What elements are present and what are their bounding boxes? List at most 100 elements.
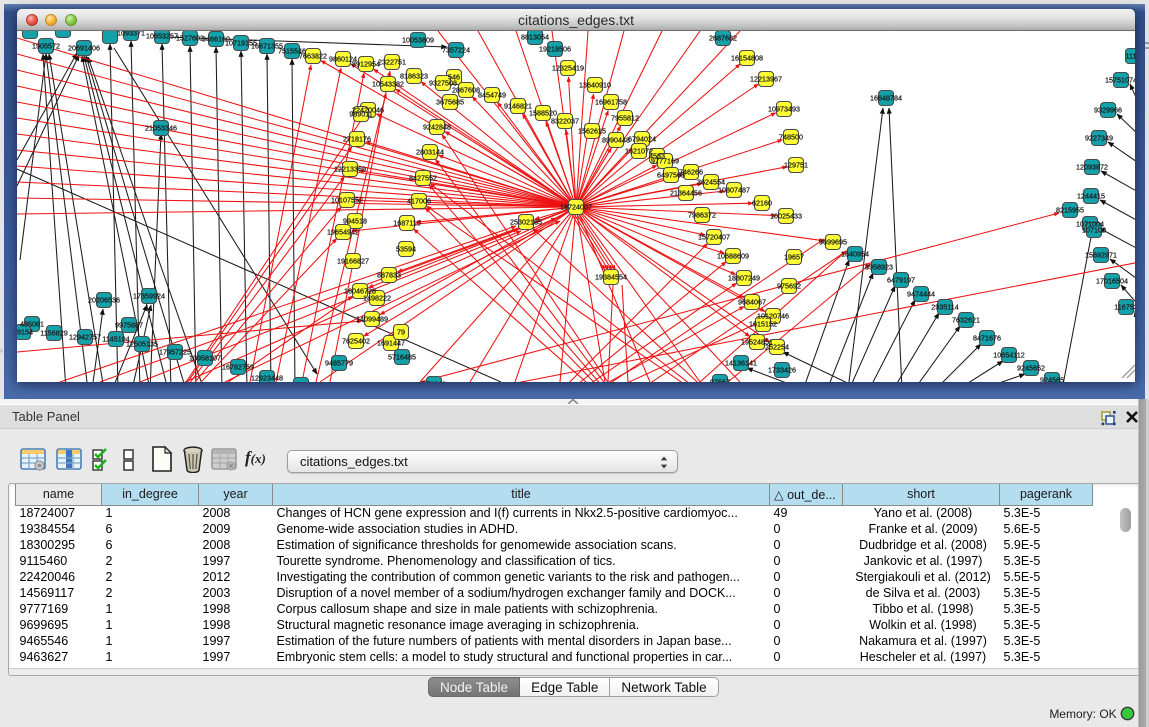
svg-text:25302185: 25302185 [510,218,542,227]
svg-text:2322751: 2322751 [378,58,406,67]
svg-text:12942757: 12942757 [69,333,101,342]
svg-text:10053809: 10053809 [402,36,434,45]
svg-text:2718176: 2718176 [343,135,371,144]
svg-text:19654942: 19654942 [327,228,359,237]
svg-text:18724007: 18724007 [560,203,592,212]
svg-text:9227349: 9227349 [1085,134,1113,143]
svg-text:7357224: 7357224 [442,46,470,55]
svg-text:7625402: 7625402 [342,337,370,346]
svg-text:2687682: 2687682 [709,34,737,43]
svg-text:2803144: 2803144 [416,148,444,157]
svg-text:53594: 53594 [396,245,416,254]
svg-text:8454749: 8454749 [478,91,506,100]
svg-text:12213369: 12213369 [334,165,366,174]
svg-text:975692: 975692 [777,282,801,291]
svg-text:1905572: 1905572 [32,42,60,51]
svg-text:9329966: 9329966 [1094,106,1122,115]
svg-text:79: 79 [397,328,405,337]
svg-text:17957225: 17957225 [159,348,191,357]
svg-text:16648784: 16648784 [870,94,902,103]
svg-text:7986372: 7986372 [688,211,716,220]
svg-text:9777169: 9777169 [651,157,679,166]
svg-text:9684067: 9684067 [738,298,766,307]
svg-text:17359924: 17359924 [133,292,165,301]
svg-text:9474444: 9474444 [907,290,935,299]
svg-text:129234: 129234 [289,381,313,383]
svg-text:10653257: 10653257 [146,32,178,41]
svg-text:62160: 62160 [752,199,772,208]
svg-text:1156829: 1156829 [40,329,67,338]
svg-text:12213967: 12213967 [750,75,782,84]
svg-text:252254: 252254 [765,343,789,352]
svg-text:10654112: 10654112 [993,351,1024,360]
svg-text:5716485: 5716485 [388,353,416,362]
svg-text:8322037: 8322037 [551,117,579,126]
svg-text:10973493: 10973493 [768,105,800,114]
svg-text:16782759: 16782759 [222,363,254,372]
svg-text:10958107: 10958107 [189,354,221,363]
svg-text:19384554: 19384554 [595,273,627,282]
svg-text:129751: 129751 [784,161,808,170]
svg-text:20691406: 20691406 [68,44,100,53]
svg-text:19166827: 19166827 [337,257,369,266]
svg-text:3675685: 3675685 [436,98,464,107]
svg-text:2867608: 2867608 [452,86,480,95]
svg-text:18807249: 18807249 [728,274,760,283]
svg-text:1691447: 1691447 [377,339,405,348]
svg-text:1244415: 1244415 [1077,192,1105,201]
svg-text:748500: 748500 [779,133,803,142]
svg-text:10107552: 10107552 [331,196,363,205]
svg-text:8813054: 8813054 [521,33,549,42]
svg-text:8186323: 8186323 [400,72,428,81]
svg-text:1112: 1112 [1126,52,1135,61]
svg-text:8427552: 8427552 [409,174,437,183]
svg-text:14099489: 14099489 [356,315,388,324]
svg-text:10025433: 10025433 [770,212,802,221]
svg-text:39154: 39154 [17,328,33,337]
svg-text:12093872: 12093872 [1076,163,1108,172]
svg-text:6794024: 6794024 [628,135,656,144]
svg-text:571648: 571648 [422,380,446,383]
svg-text:1562615: 1562615 [578,127,606,136]
svg-text:13640910: 13640910 [579,81,611,90]
svg-text:14136141: 14136141 [725,359,757,368]
svg-text:887833: 887833 [377,271,401,280]
svg-text:19657: 19657 [784,253,804,262]
svg-text:994518: 994518 [343,217,367,226]
svg-text:8990448: 8990448 [602,136,630,145]
svg-text:7663822: 7663822 [299,52,327,61]
svg-text:107100: 107100 [1082,226,1106,235]
svg-text:10688609: 10688609 [717,252,749,261]
svg-text:16961758: 16961758 [595,98,627,107]
svg-text:116753: 116753 [1114,303,1135,312]
svg-text:8215955: 8215955 [1056,206,1084,215]
svg-text:8912954: 8912954 [352,60,380,69]
svg-text:6497568: 6497568 [657,171,685,180]
svg-text:7632621: 7632621 [952,316,980,325]
svg-text:15720407: 15720407 [698,233,730,242]
svg-text:97567: 97567 [710,378,730,383]
svg-text:17016504: 17016504 [1096,277,1128,286]
svg-text:8958923: 8958923 [865,263,893,272]
svg-text:15692971: 15692971 [1085,251,1117,260]
svg-text:19218506: 19218506 [539,45,571,54]
svg-text:9699695: 9699695 [819,238,847,247]
svg-text:9245652: 9245652 [1017,364,1045,373]
svg-text:21364456: 21364456 [670,189,702,198]
svg-text:20206536: 20206536 [88,296,120,305]
svg-text:1640954: 1640954 [841,250,869,259]
svg-text:9242848: 9242848 [423,123,451,132]
svg-text:989011: 989011 [349,110,372,119]
svg-text:2935114: 2935114 [931,303,958,312]
svg-text:15751074: 15751074 [1105,76,1135,85]
svg-text:12505135: 12505135 [126,340,158,349]
svg-text:1733426: 1733426 [768,366,796,375]
svg-text:21053346: 21053346 [145,124,177,133]
svg-text:12325419: 12325419 [552,64,584,73]
svg-text:7955812: 7955812 [611,114,639,123]
svg-text:1615152: 1615152 [749,320,777,329]
svg-text:9146821: 9146821 [504,102,532,111]
svg-text:924565: 924565 [1040,376,1064,383]
svg-text:12923448: 12923448 [251,374,283,383]
svg-text:9485779: 9485779 [325,359,353,368]
